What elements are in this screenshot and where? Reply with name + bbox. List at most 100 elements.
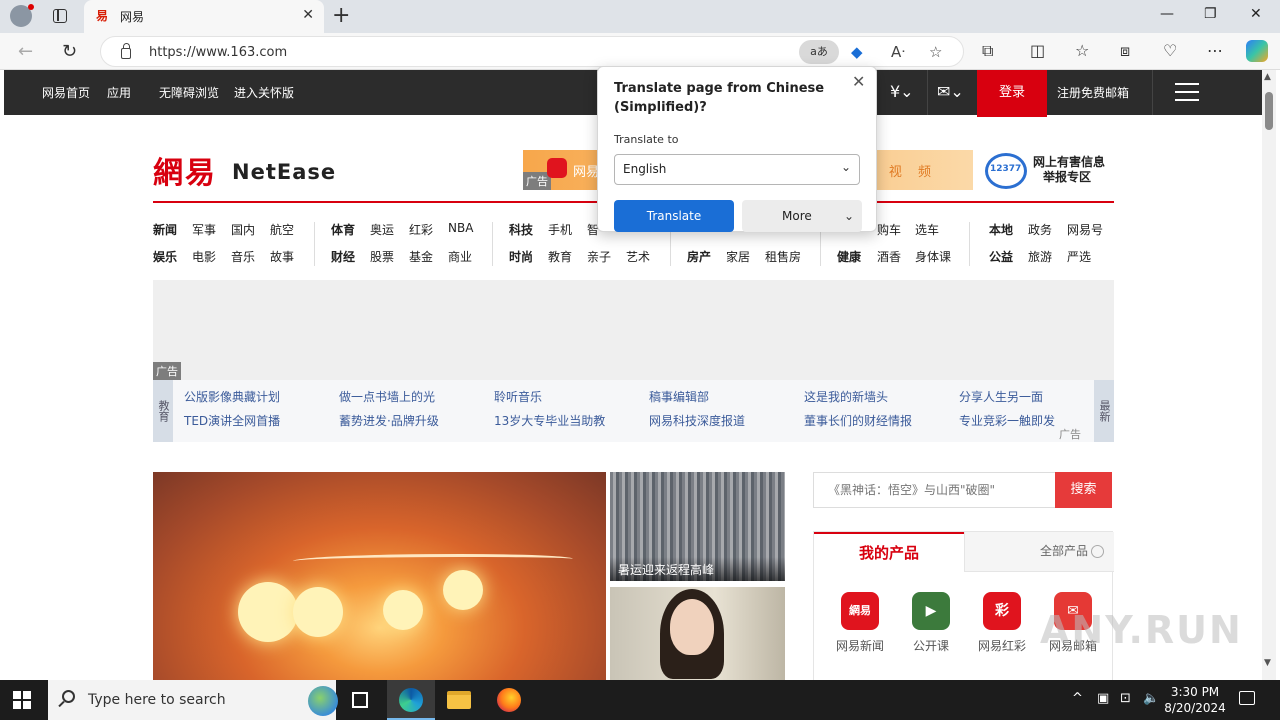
promo-link[interactable]: 专业竞彩一触即发 [959,412,1055,429]
new-tab-icon[interactable]: + [332,3,350,28]
large-ad-area[interactable]: 广告 [153,280,1114,380]
cat-charity[interactable]: 公益 [989,248,1013,265]
cat-government[interactable]: 政务 [1028,221,1052,238]
close-window-icon[interactable]: ✕ [1250,6,1262,22]
taskbar-search[interactable]: Type here to search [48,680,338,720]
promo-category-latest[interactable]: 最新 [1094,380,1114,442]
cat-stocks[interactable]: 股票 [370,248,394,265]
windows-start-icon[interactable] [13,691,31,709]
site-search-button[interactable]: 搜索 [1055,472,1112,508]
cat-health[interactable]: 健康 [837,248,861,265]
cat-mobile[interactable]: 手机 [548,221,572,238]
cat-education[interactable]: 教育 [548,248,572,265]
restore-icon[interactable]: ❐ [1204,6,1217,22]
hero-image-sunset[interactable] [153,472,606,680]
netease-logo-cn[interactable]: 網易 [153,148,217,192]
cat-netease-hao[interactable]: 网易号 [1067,221,1103,238]
nav-home[interactable]: 网易首页 [42,84,90,101]
url-text[interactable]: https://www.163.com [149,45,287,60]
cat-military[interactable]: 军事 [192,221,216,238]
browser-essentials-icon[interactable]: ♡ [1163,41,1177,60]
tab-my-products[interactable]: 我的产品 [814,532,964,572]
promo-link[interactable]: TED演讲全网首播 [184,412,280,429]
taskbar-file-explorer[interactable] [435,680,483,720]
nav-accessibility[interactable]: 无障碍浏览 [159,84,219,101]
cat-aviation[interactable]: 航空 [270,221,294,238]
taskbar-edge[interactable] [387,680,435,720]
cat-art[interactable]: 艺术 [626,248,650,265]
lock-icon[interactable] [121,43,131,59]
nav-care-mode[interactable]: 进入关怀版 [234,84,294,101]
product-netease-news[interactable]: 網易 网易新闻 [830,592,890,654]
close-tab-icon[interactable]: ✕ [302,7,314,23]
site-search-input[interactable] [814,473,1055,507]
cat-lottery[interactable]: 红彩 [409,221,433,238]
minimize-icon[interactable]: — [1160,6,1174,22]
promo-link[interactable]: 这是我的新墙头 [804,388,888,405]
chevron-up-icon[interactable]: ^ [1072,691,1083,706]
split-screen-icon[interactable]: ◫ [1030,41,1045,60]
news-thumb-portrait[interactable] [610,587,785,680]
tab-netease[interactable]: 易 网易 ✕ [84,0,324,33]
cat-domestic[interactable]: 国内 [231,221,255,238]
cat-realestate[interactable]: 房产 [687,248,711,265]
promo-link[interactable]: 网易科技深度报道 [649,412,745,429]
more-options-icon[interactable]: ⋯ [1207,41,1223,60]
login-button[interactable]: 登录 [977,70,1047,117]
mail-icon[interactable]: ✉⌄ [937,82,964,101]
promo-link[interactable]: 稿事编辑部 [649,388,709,405]
menu-icon[interactable] [1175,83,1199,101]
promo-link[interactable]: 董事长们的财经情报 [804,412,912,429]
cat-funds[interactable]: 基金 [409,248,433,265]
cat-nba[interactable]: NBA [448,221,473,235]
finance-icon[interactable]: ¥⌄ [890,82,914,101]
cat-fashion[interactable]: 时尚 [509,248,533,265]
cat-body-course[interactable]: 身体课 [915,248,951,265]
tab-actions-icon[interactable] [53,9,67,23]
target-language-select[interactable]: English ⌄ [614,154,860,185]
url-field[interactable]: https://www.163.com aあ ◆ Aᐧ ☆ [100,36,964,67]
cat-choose-car[interactable]: 选车 [915,221,939,238]
cat-local[interactable]: 本地 [989,221,1013,238]
cat-olympics[interactable]: 奥运 [370,221,394,238]
news-thumb-travel-peak[interactable]: 暑运迎来返程高峰 [610,472,785,581]
cat-story[interactable]: 故事 [270,248,294,265]
copilot-icon[interactable] [1246,40,1268,62]
shopping-tag-icon[interactable]: ◆ [851,43,863,61]
netease-logo-en[interactable]: NetEase [232,160,336,184]
cat-yanxuan[interactable]: 严选 [1067,248,1091,265]
translate-button[interactable]: Translate [614,200,734,232]
notifications-icon[interactable] [1239,691,1255,705]
promo-category-education[interactable]: 教育 [153,380,173,442]
cat-movie[interactable]: 电影 [192,248,216,265]
favorites-icon[interactable]: ☆ [1075,41,1089,60]
promo-link[interactable]: 13岁大专毕业当助教 [494,412,605,429]
cat-news[interactable]: 新闻 [153,221,177,238]
security-icon[interactable]: ▣ [1097,691,1109,706]
scroll-down-icon[interactable]: ▼ [1264,658,1271,668]
translate-icon[interactable]: aあ [799,40,839,64]
favorite-star-icon[interactable]: ☆ [929,43,942,61]
collections-icon[interactable]: ⧈ [1120,41,1130,61]
register-link[interactable]: 注册免费邮箱 [1057,84,1129,101]
cat-sports[interactable]: 体育 [331,221,355,238]
extensions-icon[interactable]: ⧉ [982,41,993,61]
promo-link[interactable]: 聆听音乐 [494,388,542,405]
promo-link[interactable]: 蓄势进发·品牌升级 [339,412,439,429]
product-lottery[interactable]: 彩 网易红彩 [972,592,1032,654]
cat-home[interactable]: 家居 [726,248,750,265]
task-view-icon[interactable] [352,692,368,708]
network-icon[interactable]: ⊡ [1120,691,1131,706]
page-scrollbar[interactable]: ▲ ▼ [1262,70,1276,680]
product-open-course[interactable]: ▶ 公开课 [901,592,961,654]
refresh-icon[interactable]: ↻ [62,41,77,62]
cat-business[interactable]: 商业 [448,248,472,265]
cat-rental[interactable]: 租售房 [765,248,801,265]
clock[interactable]: 3:30 PM 8/20/2024 [1160,684,1230,716]
tab-all-products[interactable]: 全部产品 [964,532,1114,572]
volume-icon[interactable]: 🔈 [1143,691,1159,706]
read-aloud-icon[interactable]: Aᐧ [891,43,905,61]
scroll-thumb[interactable] [1265,92,1273,130]
report-harmful-info[interactable]: 12377 网上有害信息 举报专区 [985,153,1115,189]
cat-finance[interactable]: 财经 [331,248,355,265]
